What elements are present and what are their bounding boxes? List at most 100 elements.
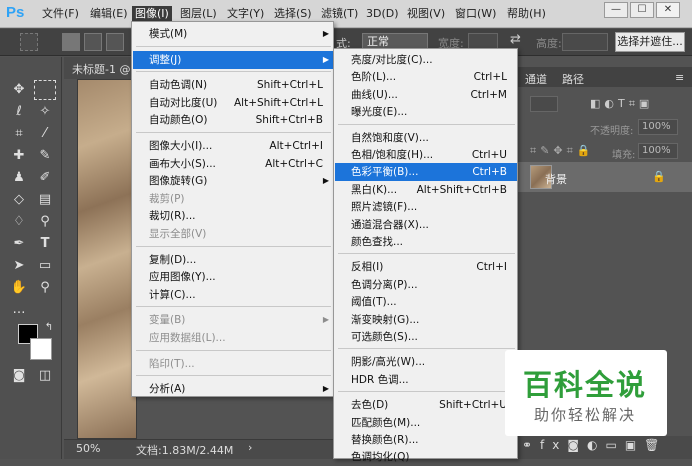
rectangle-tool-icon[interactable]: ▭ bbox=[34, 256, 56, 276]
zoom-tool-icon[interactable]: ⚲ bbox=[34, 278, 56, 298]
adjust-menu-item[interactable]: 亮度/对比度(C)... bbox=[335, 51, 517, 69]
image-menu-item-label: 自动色调(N) bbox=[149, 79, 208, 92]
adjust-menu-item[interactable]: 匹配颜色(M)... bbox=[335, 414, 517, 432]
image-menu-item[interactable]: 计算(C)... bbox=[133, 286, 333, 304]
dodge-tool-icon[interactable]: ⚲ bbox=[34, 212, 56, 232]
more-tools-icon[interactable]: … bbox=[8, 300, 30, 320]
menu-filter[interactable]: 滤镜(T) bbox=[321, 6, 358, 22]
image-menu-item[interactable]: 复制(D)... bbox=[133, 251, 333, 269]
opacity-field[interactable]: 100% bbox=[638, 119, 678, 135]
menu-edit[interactable]: 编辑(E) bbox=[90, 6, 128, 22]
gradient-tool-icon[interactable]: ▤ bbox=[34, 190, 56, 210]
adjust-menu-item[interactable]: 通道混合器(X)... bbox=[335, 216, 517, 234]
adjust-menu-item[interactable]: 色阶(L)... Ctrl+L bbox=[335, 68, 517, 86]
crop-tool-icon[interactable]: ⌗ bbox=[8, 124, 30, 144]
adjust-menu-item[interactable]: 可选颜色(S)... bbox=[335, 328, 517, 346]
adjust-menu-item[interactable]: 自然饱和度(V)... bbox=[335, 129, 517, 147]
menu-image[interactable]: 图像(I) bbox=[132, 6, 172, 22]
pen-tool-icon[interactable]: ✒ bbox=[8, 234, 30, 254]
menu-layer[interactable]: 图层(L) bbox=[180, 6, 217, 22]
image-menu-item[interactable]: 分析(A) ▶ bbox=[133, 380, 333, 398]
layer-footer-icons[interactable]: ⚭fx◙◐▭▣🗑 bbox=[522, 438, 667, 452]
image-menu-item[interactable]: 画布大小(S)... Alt+Ctrl+C bbox=[133, 155, 333, 173]
adjust-menu-item[interactable]: 反相(I) Ctrl+I bbox=[335, 258, 517, 276]
height-input[interactable] bbox=[562, 33, 608, 51]
hand-tool-icon[interactable]: ✋ bbox=[8, 278, 30, 298]
adjust-menu-item[interactable]: 阈值(T)... bbox=[335, 293, 517, 311]
menu-separator bbox=[136, 306, 331, 308]
lock-icon[interactable]: 🔒 bbox=[652, 170, 666, 183]
adjust-menu-item[interactable]: 色调分离(P)... bbox=[335, 276, 517, 294]
marquee-preset-icon[interactable] bbox=[20, 33, 38, 51]
healing-brush-tool-icon[interactable]: ✚ bbox=[8, 146, 30, 166]
canvas[interactable] bbox=[78, 80, 136, 438]
layer-filter-icons[interactable]: ◧◐T⌗▣ bbox=[590, 97, 653, 111]
swap-icon[interactable]: ⇄ bbox=[510, 32, 521, 47]
image-menu-item[interactable]: 模式(M) ▶ bbox=[133, 25, 333, 43]
eyedropper-tool-icon[interactable]: ⁄ bbox=[34, 124, 56, 144]
menu-file[interactable]: 文件(F) bbox=[42, 6, 79, 22]
status-arrow-icon[interactable]: › bbox=[248, 441, 252, 454]
lock-options-icons[interactable]: ⌗✎✥⌗🔒 bbox=[530, 144, 595, 158]
eraser-tool-icon[interactable]: ◇ bbox=[8, 190, 30, 210]
brush-tool-icon[interactable]: ✎ bbox=[34, 146, 56, 166]
lasso-tool-icon[interactable]: ℓ bbox=[8, 102, 30, 122]
fill-field[interactable]: 100% bbox=[638, 143, 678, 159]
image-menu-item[interactable]: 自动对比度(U) Alt+Shift+Ctrl+L bbox=[133, 94, 333, 112]
menu-view[interactable]: 视图(V) bbox=[407, 6, 445, 22]
quick-mask-icon[interactable]: ◙ bbox=[8, 366, 30, 386]
adjust-menu-item[interactable]: 色相/饱和度(H)... Ctrl+U bbox=[335, 146, 517, 164]
document-tab[interactable]: 未标题-1 @ bbox=[72, 61, 130, 77]
menu-select[interactable]: 选择(S) bbox=[274, 6, 312, 22]
adjust-menu-item[interactable]: 渐变映射(G)... bbox=[335, 311, 517, 329]
subtract-selection-icon[interactable] bbox=[106, 33, 124, 51]
image-menu-item[interactable]: 应用图像(Y)... bbox=[133, 268, 333, 286]
select-and-mask-button[interactable]: 选择并遮住... bbox=[615, 32, 685, 52]
history-brush-tool-icon[interactable]: ✐ bbox=[34, 168, 56, 188]
image-menu-item[interactable]: 图像旋转(G) ▶ bbox=[133, 172, 333, 190]
adjust-menu-item[interactable]: HDR 色调... bbox=[335, 371, 517, 389]
menu-window[interactable]: 窗口(W) bbox=[455, 6, 496, 22]
panel-menu-icon[interactable]: ≡ bbox=[675, 71, 684, 84]
adjust-menu-item[interactable]: 颜色查找... bbox=[335, 233, 517, 251]
adjust-menu-item[interactable]: 照片滤镜(F)... bbox=[335, 198, 517, 216]
close-button[interactable]: ✕ bbox=[656, 2, 680, 18]
image-menu-item[interactable]: 调整(J) ▶ bbox=[133, 50, 333, 69]
image-menu-item-label: 模式(M) bbox=[149, 28, 188, 40]
background-color-swatch[interactable] bbox=[30, 338, 52, 360]
image-menu-item[interactable]: 图像大小(I)... Alt+Ctrl+I bbox=[133, 137, 333, 155]
path-selection-tool-icon[interactable]: ➤ bbox=[8, 256, 30, 276]
adjust-menu-item[interactable]: 曝光度(E)... bbox=[335, 103, 517, 121]
menu-help[interactable]: 帮助(H) bbox=[507, 6, 546, 22]
layer-name: 背景 bbox=[545, 173, 567, 186]
screen-mode-icon[interactable]: ◫ bbox=[34, 366, 56, 386]
image-menu-item[interactable]: 自动颜色(O) Shift+Ctrl+B bbox=[133, 111, 333, 129]
new-selection-icon[interactable] bbox=[62, 33, 80, 51]
menu-3d[interactable]: 3D(D) bbox=[366, 6, 399, 22]
magic-wand-tool-icon[interactable]: ✧ bbox=[34, 102, 56, 122]
image-menu-item[interactable]: 裁切(R)... bbox=[133, 207, 333, 225]
adjust-menu-item[interactable]: 阴影/高光(W)... bbox=[335, 353, 517, 371]
adjust-menu-item[interactable]: 替换颜色(R)... bbox=[335, 431, 517, 449]
marquee-tool-icon[interactable] bbox=[34, 80, 56, 100]
adjust-menu-item[interactable]: 黑白(K)... Alt+Shift+Ctrl+B bbox=[335, 181, 517, 199]
add-selection-icon[interactable] bbox=[84, 33, 102, 51]
type-tool-icon[interactable]: T bbox=[34, 234, 56, 254]
blur-tool-icon[interactable]: ♢ bbox=[8, 212, 30, 232]
clone-stamp-tool-icon[interactable]: ♟ bbox=[8, 168, 30, 188]
adjust-menu-item[interactable]: 去色(D) Shift+Ctrl+U bbox=[335, 396, 517, 414]
move-tool-icon[interactable]: ✥ bbox=[8, 80, 30, 100]
menu-type[interactable]: 文字(Y) bbox=[227, 6, 264, 22]
adjust-menu-item[interactable]: 色彩平衡(B)... Ctrl+B bbox=[335, 163, 517, 182]
image-menu-item[interactable]: 自动色调(N) Shift+Ctrl+L bbox=[133, 76, 333, 94]
maximize-button[interactable]: ☐ bbox=[630, 2, 654, 18]
tab-paths[interactable]: 路径 bbox=[562, 71, 584, 87]
tab-channels[interactable]: 通道 bbox=[525, 71, 547, 87]
swap-colors-icon[interactable]: ↰ bbox=[38, 318, 60, 338]
layer-kind-filter[interactable] bbox=[530, 96, 558, 112]
adjust-menu-item[interactable]: 曲线(U)... Ctrl+M bbox=[335, 86, 517, 104]
adjust-menu-item-label: HDR 色调... bbox=[351, 373, 409, 386]
zoom-level[interactable]: 50% bbox=[76, 442, 100, 455]
minimize-button[interactable]: — bbox=[604, 2, 628, 18]
adjust-menu-item[interactable]: 色调均化(Q) bbox=[335, 448, 517, 466]
